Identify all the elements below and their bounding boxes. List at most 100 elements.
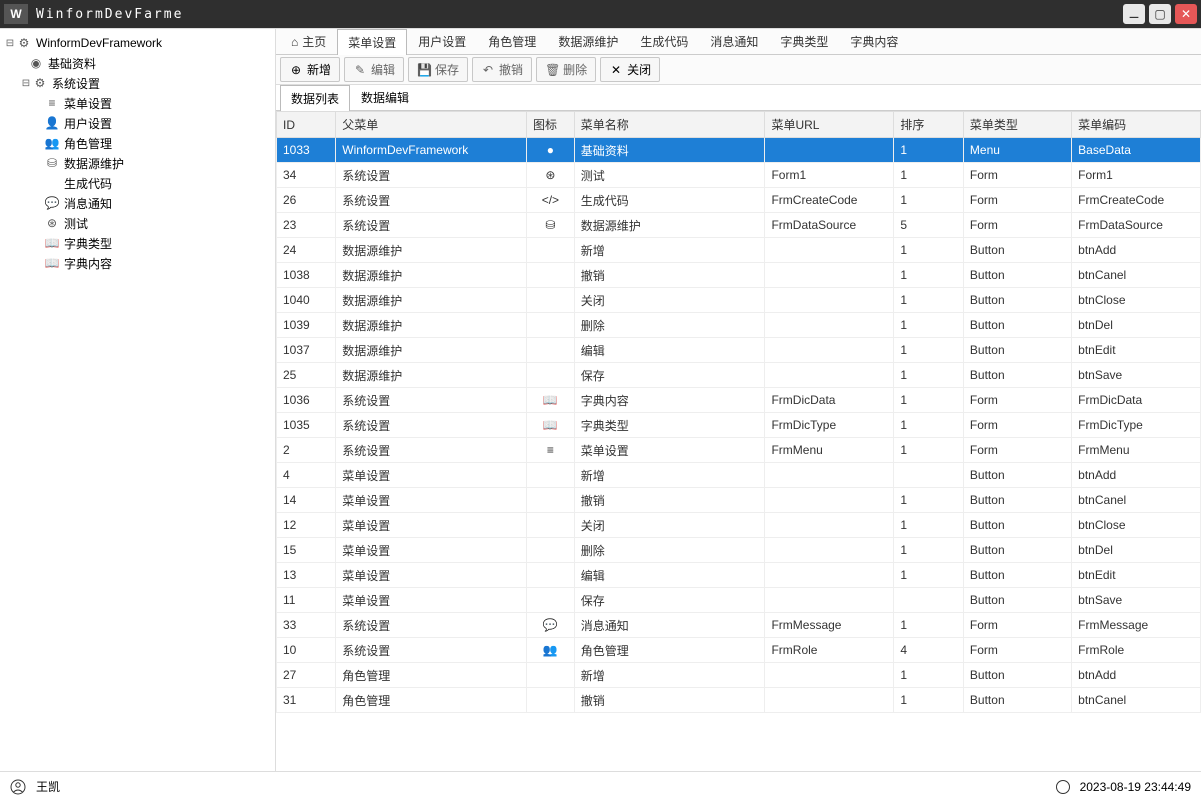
cell: 📖: [527, 413, 575, 438]
table-row[interactable]: 2系统设置≡菜单设置FrmMenu1FormFrmMenuFrmMenu2: [277, 438, 1201, 463]
table-row[interactable]: 1039数据源维护删除1ButtonbtnDelFrmDataSource:bt…: [277, 313, 1201, 338]
sidebar-item[interactable]: 💬消息通知: [0, 193, 275, 213]
cell: Form: [963, 388, 1071, 413]
table-row[interactable]: 10系统设置👥角色管理FrmRole4FormFrmRoleFrmRole2: [277, 638, 1201, 663]
tab[interactable]: 生成代码: [629, 28, 699, 54]
table-row[interactable]: 33系统设置💬消息通知FrmMessage1FormFrmMessageFrmM…: [277, 613, 1201, 638]
sidebar-item-label: 字典类型: [64, 235, 112, 252]
tab[interactable]: 菜单设置: [337, 29, 407, 55]
sidebar-item[interactable]: 👤用户设置: [0, 113, 275, 133]
cell: Button: [963, 563, 1071, 588]
table-row[interactable]: 26系统设置</>生成代码FrmCreateCode1FormFrmCreate…: [277, 188, 1201, 213]
add-button[interactable]: ⊕新增: [280, 57, 340, 82]
tree-sys[interactable]: ⊟⚙系统设置: [0, 73, 275, 93]
cell: 1: [894, 238, 964, 263]
tree-root[interactable]: ⊟⚙WinformDevFramework: [0, 33, 275, 53]
table-row[interactable]: 13菜单设置编辑1ButtonbtnEditFrmMenu:btnEdit2: [277, 563, 1201, 588]
tree-base[interactable]: ◉基础资料: [0, 53, 275, 73]
table-row[interactable]: 1035系统设置📖字典类型FrmDicType1FormFrmDicTypeFr…: [277, 413, 1201, 438]
cell: FrmDicType: [1072, 413, 1201, 438]
cell: 撤销: [574, 263, 765, 288]
save-button[interactable]: 💾保存: [408, 57, 468, 82]
cell: Form: [963, 188, 1071, 213]
cell: [765, 513, 894, 538]
cell: [527, 513, 575, 538]
column-header[interactable]: 图标: [527, 112, 575, 138]
sidebar-item[interactable]: ⛁数据源维护: [0, 153, 275, 173]
item-icon: 👤: [44, 116, 60, 130]
table-row[interactable]: 12菜单设置关闭1ButtonbtnCloseFrmMenu:btnClose2: [277, 513, 1201, 538]
column-header[interactable]: 排序: [894, 112, 964, 138]
cell: 31: [277, 688, 336, 713]
column-header[interactable]: ID: [277, 112, 336, 138]
close-tab-button[interactable]: ✕关闭: [600, 57, 660, 82]
sidebar-item[interactable]: 📖字典类型: [0, 233, 275, 253]
cell: ●: [527, 138, 575, 163]
edit-button[interactable]: ✎编辑: [344, 57, 404, 82]
cell: btnSave: [1072, 363, 1201, 388]
cell: [765, 238, 894, 263]
column-header[interactable]: 菜单名称: [574, 112, 765, 138]
maximize-button[interactable]: ▢: [1149, 4, 1171, 24]
tab[interactable]: 消息通知: [699, 28, 769, 54]
table-row[interactable]: 1038数据源维护撤销1ButtonbtnCanelFrmDataSource:…: [277, 263, 1201, 288]
table-row[interactable]: 4菜单设置新增ButtonbtnAddFrmMenu:btnAdd2: [277, 463, 1201, 488]
tab[interactable]: 字典内容: [839, 28, 909, 54]
cell: 系统设置: [336, 213, 527, 238]
cell: 数据源维护: [574, 213, 765, 238]
table-row[interactable]: 23系统设置⛁数据源维护FrmDataSource5FormFrmDataSou…: [277, 213, 1201, 238]
data-grid[interactable]: ID父菜单图标菜单名称菜单URL排序菜单类型菜单编码菜单权限标识 1033Win…: [276, 111, 1201, 771]
minimize-button[interactable]: ⚊: [1123, 4, 1145, 24]
cell: [527, 463, 575, 488]
table-row[interactable]: 1040数据源维护关闭1ButtonbtnCloseFrmDataSource:…: [277, 288, 1201, 313]
delete-button[interactable]: 🗑删除: [536, 57, 596, 82]
subtab-list[interactable]: 数据列表: [280, 85, 350, 111]
table-row[interactable]: 1037数据源维护编辑1ButtonbtnEditFrmDataSource:b…: [277, 338, 1201, 363]
column-header[interactable]: 父菜单: [336, 112, 527, 138]
sidebar-item[interactable]: ⊛测试: [0, 213, 275, 233]
cell: [765, 263, 894, 288]
cell: Button: [963, 338, 1071, 363]
column-header[interactable]: 菜单类型: [963, 112, 1071, 138]
cell: btnAdd: [1072, 663, 1201, 688]
cell: 1: [894, 363, 964, 388]
undo-button[interactable]: ↶撤销: [472, 57, 532, 82]
cell: [527, 363, 575, 388]
close-button[interactable]: ✕: [1175, 4, 1197, 24]
tree-sys-label: 系统设置: [52, 75, 100, 92]
cell: 字典内容: [574, 388, 765, 413]
tab[interactable]: 角色管理: [477, 28, 547, 54]
sidebar-item[interactable]: 👥角色管理: [0, 133, 275, 153]
table-row[interactable]: 1033WinformDevFramework●基础资料1MenuBaseDat…: [277, 138, 1201, 163]
cell: 菜单设置: [336, 563, 527, 588]
status-user: 王凯: [36, 778, 60, 795]
subtab-edit[interactable]: 数据编辑: [350, 84, 420, 110]
home-icon: ⌂: [291, 35, 298, 49]
column-header[interactable]: 菜单编码: [1072, 112, 1201, 138]
tab[interactable]: 字典类型: [769, 28, 839, 54]
sidebar-item-label: 生成代码: [64, 175, 112, 192]
cell: btnAdd: [1072, 238, 1201, 263]
cell: Form: [963, 438, 1071, 463]
tab-home[interactable]: ⌂主页: [280, 28, 337, 54]
table-row[interactable]: 11菜单设置保存ButtonbtnSaveFrmMenu:btnSave2: [277, 588, 1201, 613]
table-row[interactable]: 24数据源维护新增1ButtonbtnAddFrmDataSource:btnA…: [277, 238, 1201, 263]
sidebar-item[interactable]: 📖字典内容: [0, 253, 275, 273]
table-row[interactable]: 27角色管理新增1ButtonbtnAddFrmRole:btnAdd2: [277, 663, 1201, 688]
table-row[interactable]: 34系统设置⊛测试Form11FormForm1Form12: [277, 163, 1201, 188]
cell: btnAdd: [1072, 463, 1201, 488]
table-row[interactable]: 25数据源维护保存1ButtonbtnSaveFrmDataSource:btn…: [277, 363, 1201, 388]
cell: btnSave: [1072, 588, 1201, 613]
tab[interactable]: 数据源维护: [547, 28, 629, 54]
cell: FrmDataSource: [765, 213, 894, 238]
table-row[interactable]: 1036系统设置📖字典内容FrmDicData1FormFrmDicDataFr…: [277, 388, 1201, 413]
tab[interactable]: 用户设置: [407, 28, 477, 54]
sidebar-item[interactable]: ≡菜单设置: [0, 93, 275, 113]
table-row[interactable]: 14菜单设置撤销1ButtonbtnCanelFrmMenu:btnCanel2: [277, 488, 1201, 513]
cell: WinformDevFramework: [336, 138, 527, 163]
column-header[interactable]: 菜单URL: [765, 112, 894, 138]
table-row[interactable]: 15菜单设置删除1ButtonbtnDelFrmMenu:btnDel2: [277, 538, 1201, 563]
cell: [527, 288, 575, 313]
sidebar-item[interactable]: 生成代码: [0, 173, 275, 193]
table-row[interactable]: 31角色管理撤销1ButtonbtnCanelFrmRole:btnCanel2: [277, 688, 1201, 713]
